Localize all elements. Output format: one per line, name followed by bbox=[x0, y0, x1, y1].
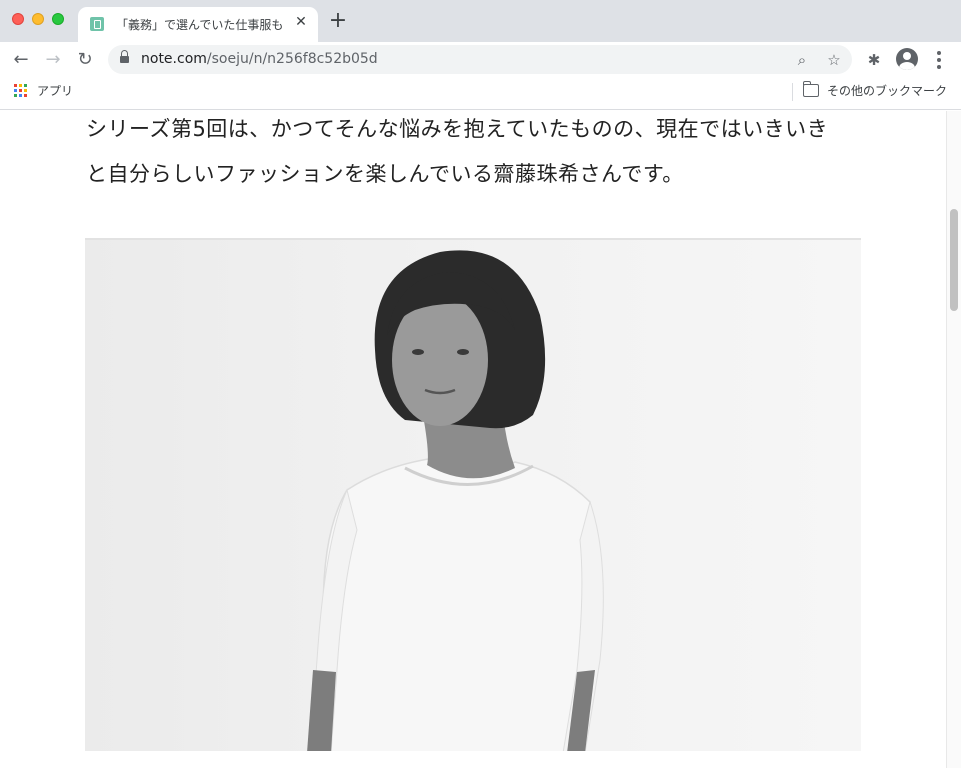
browser-menu-icon[interactable] bbox=[931, 49, 947, 71]
folder-icon[interactable] bbox=[802, 81, 819, 97]
portrait-illustration bbox=[307, 250, 604, 751]
vertical-scrollbar[interactable] bbox=[946, 111, 961, 768]
scrollbar-thumb[interactable] bbox=[950, 209, 958, 311]
url-text[interactable]: note.com/soeju/n/n256f8c52b05d bbox=[141, 51, 378, 67]
tab-strip: 「義務」で選んでいた仕事服も ✕ + bbox=[0, 0, 961, 42]
article-line: と自分らしいファッションを楽しんでいる齋藤珠希さんです。 bbox=[86, 162, 684, 186]
lock-icon[interactable] bbox=[120, 50, 129, 65]
tab-close-icon[interactable]: ✕ bbox=[293, 14, 309, 30]
article-line: シリーズ第5回は、かつてそんな悩みを抱えていたものの、現在ではいきいき bbox=[86, 117, 829, 141]
minimize-window-button[interactable] bbox=[32, 13, 44, 25]
profile-avatar-icon[interactable] bbox=[896, 48, 918, 70]
zoom-icon[interactable]: ⌕ bbox=[792, 50, 812, 70]
reload-button[interactable]: ↻ bbox=[73, 48, 97, 72]
other-bookmarks[interactable]: その他のブックマーク bbox=[827, 82, 947, 99]
close-window-button[interactable] bbox=[12, 13, 24, 25]
browser-toolbar: ← → ↻ note.com/soeju/n/n256f8c52b05d ⌕ ☆… bbox=[0, 42, 961, 78]
apps-grid-icon[interactable] bbox=[14, 84, 28, 98]
tab-title: 「義務」で選んでいた仕事服も bbox=[116, 18, 282, 32]
extensions-puzzle-icon[interactable]: ✱ bbox=[863, 49, 885, 71]
new-tab-button[interactable]: + bbox=[328, 10, 348, 32]
bookmark-star-icon[interactable]: ☆ bbox=[824, 50, 844, 70]
bookmarks-bar: アプリ その他のブックマーク bbox=[0, 78, 961, 110]
address-bar[interactable]: note.com/soeju/n/n256f8c52b05d ⌕ ☆ bbox=[108, 45, 852, 74]
url-path: /soeju/n/n256f8c52b05d bbox=[206, 51, 378, 67]
forward-button[interactable]: → bbox=[41, 48, 65, 72]
apps-bookmark[interactable]: アプリ bbox=[37, 82, 73, 99]
url-host: note.com bbox=[141, 51, 207, 67]
article-photo bbox=[85, 238, 861, 751]
article-body: シリーズ第5回は、かつてそんな悩みを抱えていたものの、現在ではいきいき と自分ら… bbox=[86, 111, 866, 197]
zoom-window-button[interactable] bbox=[52, 13, 64, 25]
browser-tab[interactable]: 「義務」で選んでいた仕事服も ✕ bbox=[78, 7, 318, 42]
page-content: シリーズ第5回は、かつてそんな悩みを抱えていたものの、現在ではいきいき と自分ら… bbox=[0, 111, 946, 768]
bookmarks-divider bbox=[792, 83, 793, 101]
back-button[interactable]: ← bbox=[9, 48, 33, 72]
note-favicon-icon bbox=[90, 17, 104, 31]
